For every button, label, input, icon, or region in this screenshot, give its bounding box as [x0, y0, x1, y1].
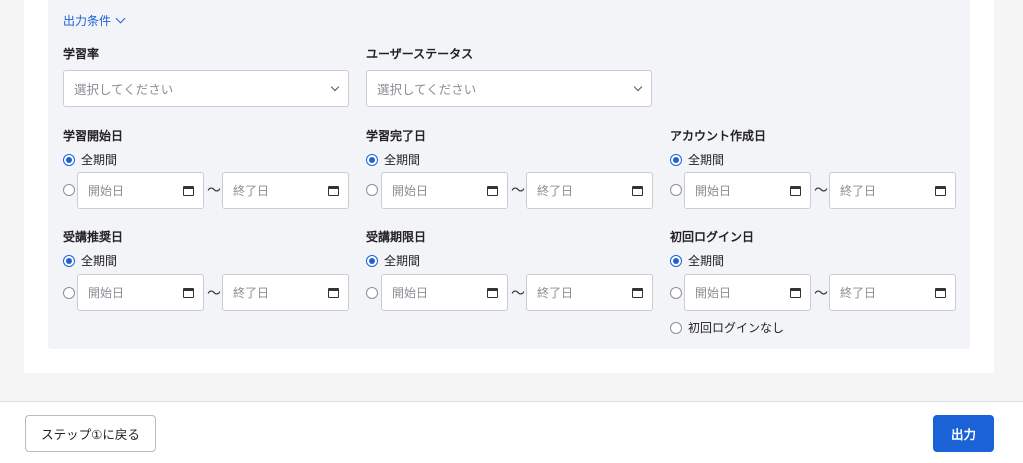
first-login-range-radio[interactable] — [670, 287, 682, 299]
start-date-placeholder: 開始日 — [695, 184, 732, 198]
range-tilde: ～ — [814, 183, 828, 199]
learning-rate-label: 学習率 — [63, 47, 100, 61]
calendar-icon[interactable] — [183, 185, 194, 196]
recommended-date-label: 受講推奨日 — [63, 230, 124, 244]
deadline-all-period[interactable]: 全期間 — [366, 252, 420, 269]
recommended-from-input[interactable]: 開始日 — [77, 274, 204, 311]
start-date-placeholder: 開始日 — [88, 184, 125, 198]
learning-complete-range-radio[interactable] — [366, 184, 378, 196]
first-login-from-input[interactable]: 開始日 — [684, 274, 811, 311]
output-conditions-label: 出力条件 — [63, 14, 112, 28]
learning-start-date-label: 学習開始日 — [63, 129, 124, 143]
end-date-placeholder: 終了日 — [537, 184, 574, 198]
radio-unselected[interactable] — [366, 287, 378, 299]
all-period-label: 全期間 — [81, 153, 118, 167]
calendar-icon[interactable] — [790, 185, 801, 196]
range-tilde: ～ — [511, 286, 525, 302]
learning-complete-to-input[interactable]: 終了日 — [526, 172, 653, 209]
footer-bar: ステップ①に戻る 出力 — [0, 401, 1023, 463]
range-tilde: ～ — [207, 183, 221, 199]
calendar-icon[interactable] — [935, 287, 946, 298]
all-period-label: 全期間 — [384, 153, 421, 167]
no-first-login-label: 初回ログインなし — [688, 321, 785, 335]
output-conditions-toggle[interactable]: 出力条件 — [63, 12, 126, 29]
user-status-label: ユーザーステータス — [366, 47, 474, 61]
radio-unselected[interactable] — [63, 287, 75, 299]
radio-unselected[interactable] — [366, 184, 378, 196]
first-login-all-period[interactable]: 全期間 — [670, 252, 724, 269]
range-tilde: ～ — [207, 286, 221, 302]
start-date-placeholder: 開始日 — [392, 184, 429, 198]
learning-start-all-period[interactable]: 全期間 — [63, 151, 117, 168]
range-tilde: ～ — [511, 183, 525, 199]
radio-unselected[interactable] — [670, 287, 682, 299]
recommended-all-period[interactable]: 全期間 — [63, 252, 117, 269]
calendar-icon[interactable] — [487, 287, 498, 298]
calendar-icon[interactable] — [328, 287, 339, 298]
calendar-icon[interactable] — [935, 185, 946, 196]
calendar-icon[interactable] — [183, 287, 194, 298]
all-period-label: 全期間 — [688, 153, 725, 167]
deadline-date-label: 受講期限日 — [366, 230, 427, 244]
user-status-placeholder: 選択してください — [377, 82, 477, 97]
recommended-to-input[interactable]: 終了日 — [222, 274, 349, 311]
output-button[interactable]: 出力 — [933, 415, 994, 452]
calendar-icon[interactable] — [632, 185, 643, 196]
account-created-to-input[interactable]: 終了日 — [829, 172, 956, 209]
calendar-icon[interactable] — [328, 185, 339, 196]
learning-start-from-input[interactable]: 開始日 — [77, 172, 204, 209]
first-login-to-input[interactable]: 終了日 — [829, 274, 956, 311]
chevron-down-icon — [115, 13, 126, 24]
all-period-label: 全期間 — [384, 254, 421, 268]
end-date-placeholder: 終了日 — [840, 286, 877, 300]
all-period-label: 全期間 — [688, 254, 725, 268]
learning-rate-placeholder: 選択してください — [74, 82, 174, 97]
radio-selected[interactable] — [670, 153, 682, 166]
radio-selected[interactable] — [366, 254, 378, 267]
end-date-placeholder: 終了日 — [537, 286, 574, 300]
learning-start-range-radio[interactable] — [63, 184, 75, 196]
radio-unselected[interactable] — [670, 321, 682, 334]
calendar-icon[interactable] — [487, 185, 498, 196]
radio-selected[interactable] — [670, 254, 682, 267]
deadline-from-input[interactable]: 開始日 — [381, 274, 508, 311]
radio-unselected[interactable] — [670, 184, 682, 196]
chevron-down-icon — [633, 82, 643, 91]
account-created-from-input[interactable]: 開始日 — [684, 172, 811, 209]
learning-complete-from-input[interactable]: 開始日 — [381, 172, 508, 209]
all-period-label: 全期間 — [81, 254, 118, 268]
account-created-date-label: アカウント作成日 — [670, 129, 767, 143]
start-date-placeholder: 開始日 — [392, 286, 429, 300]
learning-complete-all-period[interactable]: 全期間 — [366, 151, 420, 168]
end-date-placeholder: 終了日 — [233, 184, 270, 198]
back-to-step1-button[interactable]: ステップ①に戻る — [25, 415, 156, 452]
end-date-placeholder: 終了日 — [233, 286, 270, 300]
radio-selected[interactable] — [63, 254, 75, 267]
range-tilde: ～ — [814, 286, 828, 302]
learning-rate-select[interactable]: 選択してください — [63, 70, 349, 107]
start-date-placeholder: 開始日 — [88, 286, 125, 300]
first-login-date-label: 初回ログイン日 — [670, 230, 755, 244]
start-date-placeholder: 開始日 — [695, 286, 732, 300]
deadline-range-radio[interactable] — [366, 287, 378, 299]
end-date-placeholder: 終了日 — [840, 184, 877, 198]
account-created-range-radio[interactable] — [670, 184, 682, 196]
radio-selected[interactable] — [63, 153, 75, 166]
radio-selected[interactable] — [366, 153, 378, 166]
calendar-icon[interactable] — [632, 287, 643, 298]
no-first-login-option[interactable]: 初回ログインなし — [670, 319, 784, 336]
user-status-select[interactable]: 選択してください — [366, 70, 652, 107]
radio-unselected[interactable] — [63, 184, 75, 196]
account-created-all-period[interactable]: 全期間 — [670, 151, 724, 168]
deadline-to-input[interactable]: 終了日 — [526, 274, 653, 311]
learning-complete-date-label: 学習完了日 — [366, 129, 427, 143]
recommended-range-radio[interactable] — [63, 287, 75, 299]
chevron-down-icon — [330, 82, 340, 91]
calendar-icon[interactable] — [790, 287, 801, 298]
learning-start-to-input[interactable]: 終了日 — [222, 172, 349, 209]
